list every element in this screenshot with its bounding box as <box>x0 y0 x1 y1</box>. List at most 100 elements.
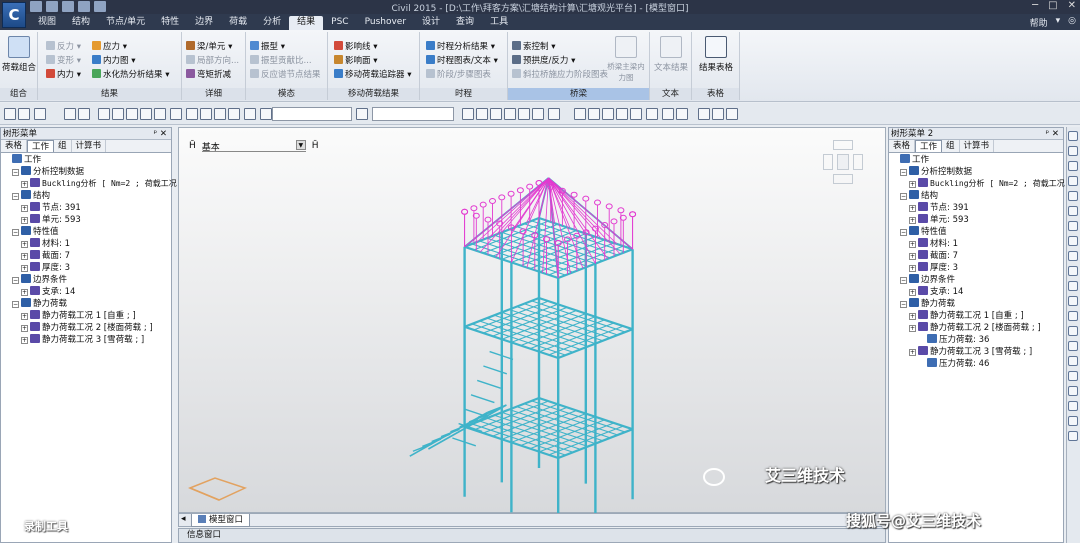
cable-control-button[interactable]: 索控制 ▾ <box>512 41 555 53</box>
text-result-button[interactable]: 文本结果 <box>647 36 695 73</box>
girder-diagram-button[interactable]: 桥梁主梁内力图 <box>604 36 648 83</box>
tree-item[interactable]: + 截面: 7 <box>1 250 171 262</box>
result-table-button[interactable]: 结果表格 <box>692 36 740 73</box>
tree-collapse-icon[interactable]: − <box>900 169 907 176</box>
app-logo-icon[interactable]: C <box>2 2 26 28</box>
tab-nav-icon[interactable]: ◂ <box>181 514 186 524</box>
tree-expand-icon[interactable]: + <box>909 181 916 188</box>
toolbar-tool-icon[interactable] <box>532 108 544 120</box>
influence-surface-button[interactable]: 影响面 ▾ <box>334 55 377 67</box>
tree-item[interactable]: + 静力荷载工况 2 [楼面荷载 ; ] <box>1 322 171 334</box>
tree-expand-icon[interactable]: + <box>909 217 916 224</box>
toolbar-tool-icon[interactable] <box>186 108 198 120</box>
tree-item[interactable]: − 结构 <box>889 190 1063 202</box>
menu-tab-7[interactable]: 结果 <box>289 16 324 30</box>
reaction-button[interactable]: 反力 ▾ <box>46 41 81 53</box>
tree-item[interactable]: +压力荷载: 36 <box>889 334 1063 346</box>
tree-expand-icon[interactable]: + <box>21 217 28 224</box>
menu-tab-9[interactable]: Pushover <box>357 16 414 30</box>
menu-tab-11[interactable]: 查询 <box>448 16 482 30</box>
mode-ratio-button[interactable]: 振型贡献比... <box>250 55 312 67</box>
side-tool-icon[interactable] <box>1068 236 1078 246</box>
deformation-button[interactable]: 变形 ▾ <box>46 55 81 67</box>
view-cube-icon[interactable] <box>823 140 863 186</box>
side-tool-icon[interactable] <box>1068 341 1078 351</box>
tree-item[interactable]: + 支承: 14 <box>889 286 1063 298</box>
side-tool-icon[interactable] <box>1068 251 1078 261</box>
close-button[interactable]: ✕ <box>1068 0 1076 11</box>
tab-model-window[interactable]: 模型窗口 <box>191 514 251 527</box>
toolbar-tool-icon[interactable] <box>98 108 110 120</box>
tree-expand-icon[interactable]: + <box>21 241 28 248</box>
side-tool-icon[interactable] <box>1068 431 1078 441</box>
left-panel-close-icon[interactable]: ᵖ ✕ <box>154 128 167 140</box>
side-tool-icon[interactable] <box>1068 176 1078 186</box>
left_panel-tab-2[interactable]: 组 <box>54 140 72 152</box>
tree-expand-icon[interactable]: + <box>21 325 28 332</box>
menu-tab-3[interactable]: 特性 <box>153 16 187 30</box>
toolbar-tool-icon[interactable] <box>140 108 152 120</box>
tree-collapse-icon[interactable]: − <box>12 193 19 200</box>
tree-item[interactable]: + 材料: 1 <box>889 238 1063 250</box>
menu-tab-6[interactable]: 分析 <box>255 16 289 30</box>
heat-hydration-button[interactable]: 水化热分析结果 ▾ <box>92 69 169 81</box>
side-tool-icon[interactable] <box>1068 401 1078 411</box>
left_panel-tab-0[interactable]: 表格 <box>1 140 28 152</box>
tree-item[interactable]: + Buckling分析 [ Nm=2 ; 荷载工况 <box>889 178 1065 190</box>
tree-item[interactable]: + 静力荷载工况 3 [雪荷载 ; ] <box>889 346 1063 358</box>
side-tool-icon[interactable] <box>1068 296 1078 306</box>
tree-expand-icon[interactable]: + <box>909 265 916 272</box>
menu-tab-5[interactable]: 荷载 <box>221 16 255 30</box>
toolbar-tool-icon[interactable] <box>518 108 530 120</box>
tree-collapse-icon[interactable]: − <box>900 277 907 284</box>
side-tool-icon[interactable] <box>1068 386 1078 396</box>
tree-item[interactable]: + 节点: 391 <box>889 202 1063 214</box>
tree-expand-icon[interactable]: + <box>909 325 916 332</box>
tree-item[interactable]: + 单元: 593 <box>889 214 1063 226</box>
menu-tab-10[interactable]: 设计 <box>414 16 448 30</box>
mode-shape-button[interactable]: 振型 ▾ <box>250 41 285 53</box>
toolbar-tool-icon[interactable] <box>616 108 628 120</box>
menu-tab-4[interactable]: 边界 <box>187 16 221 30</box>
cable-stage-button[interactable]: 斜拉桥施应力阶段图表 <box>512 69 608 81</box>
tree-item[interactable]: + 材料: 1 <box>1 238 171 250</box>
toolbar-select-1[interactable] <box>272 107 352 121</box>
tree-expand-icon[interactable]: + <box>21 337 28 344</box>
toolbar-tool-icon[interactable] <box>574 108 586 120</box>
toolbar-tool-icon[interactable] <box>548 108 560 120</box>
load-combination-button[interactable]: 荷载组合 <box>0 36 43 73</box>
tree-item[interactable]: − 分析控制数据 <box>889 166 1063 178</box>
tree-expand-icon[interactable]: + <box>21 265 28 272</box>
toolbar-select-2[interactable] <box>372 107 454 121</box>
tree-expand-icon[interactable]: + <box>909 253 916 260</box>
side-tool-icon[interactable] <box>1068 191 1078 201</box>
side-tool-icon[interactable] <box>1068 371 1078 381</box>
moving-tracer-button[interactable]: 移动荷载追踪器 ▾ <box>334 69 411 81</box>
tree-item[interactable]: + 截面: 7 <box>889 250 1063 262</box>
right_panel-tab-0[interactable]: 表格 <box>889 140 916 152</box>
toolbar-tool-icon[interactable] <box>112 108 124 120</box>
right-panel-close-icon[interactable]: ᵖ ✕ <box>1046 128 1059 140</box>
toolbar-tool-icon[interactable] <box>676 108 688 120</box>
toolbar-tool-icon[interactable] <box>726 108 738 120</box>
toolbar-tool-icon[interactable] <box>244 108 256 120</box>
tree-item[interactable]: + 静力荷载工况 2 [楼面荷载 ; ] <box>889 322 1063 334</box>
tree-item[interactable]: − 边界条件 <box>889 274 1063 286</box>
tree-item[interactable]: + 静力荷载工况 1 [自重 ; ] <box>1 310 171 322</box>
side-tool-icon[interactable] <box>1068 326 1078 336</box>
time-graph-button[interactable]: 时程图表/文本 ▾ <box>426 55 498 67</box>
right_panel-tab-1[interactable]: 工作 <box>915 140 943 152</box>
tree-item[interactable]: − 特性值 <box>889 226 1063 238</box>
tree-collapse-icon[interactable]: − <box>12 229 19 236</box>
spectrum-node-button[interactable]: 反应谱节点结果 <box>250 69 321 81</box>
tree-collapse-icon[interactable]: − <box>12 169 19 176</box>
toolbar-tool-icon[interactable] <box>462 108 474 120</box>
tree-expand-icon[interactable]: + <box>909 289 916 296</box>
toolbar-tool-icon[interactable] <box>646 108 658 120</box>
menu-tab-1[interactable]: 结构 <box>64 16 98 30</box>
window-controls[interactable]: ─ □ ✕ <box>1032 0 1076 11</box>
force-button[interactable]: 内力 ▾ <box>46 69 81 81</box>
toolbar-tool-icon[interactable] <box>602 108 614 120</box>
tree-item[interactable]: + 静力荷载工况 1 [自重 ; ] <box>889 310 1063 322</box>
toolbar-tool-icon[interactable] <box>170 108 182 120</box>
